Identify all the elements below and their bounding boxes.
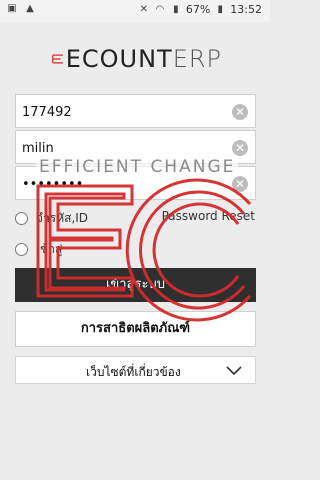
user-id-input[interactable] [22,137,227,159]
company-code-input[interactable] [22,101,227,123]
related-sites-label: เว็บไซต์ที่เกี่ยวข้อง [86,365,181,379]
wifi-icon: ◠ [155,3,165,15]
app-notification-icon: ▲ [26,3,34,14]
login-button[interactable]: เข้าสู่ระบบ [15,268,256,302]
product-demo-button[interactable]: การสาธิตผลิตภัณฑ์ [15,311,256,347]
second-radio[interactable] [15,243,28,256]
clock: 13:52 [230,3,262,16]
ecount-logo: ECOUNTERP [52,44,222,74]
chevron-down-icon[interactable] [225,361,243,379]
signal-icon: ▮ [173,3,179,15]
remember-option[interactable]: จำรหัส,ID [15,209,88,228]
image-notification-icon: ▣ [7,3,17,14]
remember-radio[interactable] [15,212,28,225]
logo-suffix: ERP [172,45,222,73]
logo-brand: ECOUNT [65,45,173,73]
efficient-change-tagline: EFFICIENT CHANGE [36,157,239,177]
second-option-label: เข้าสู่ [36,242,63,256]
battery-percent: 67% [185,3,211,16]
password-reset-link[interactable]: Password Reset [162,209,255,223]
company-code-field[interactable]: ✕ [15,94,256,128]
clear-company-code-icon[interactable]: ✕ [232,104,248,120]
mute-icon: ✕ [139,3,149,15]
clear-user-id-icon[interactable]: ✕ [232,140,248,156]
clear-password-icon[interactable]: ✕ [232,176,248,192]
remember-label: จำรหัส,ID [36,211,89,225]
status-bar: ▣ ▲ ✕ ◠ ▮ 67% ▮ 13:52 [0,0,270,22]
second-option[interactable]: เข้าสู่ [15,240,62,259]
related-sites-select[interactable]: เว็บไซต์ที่เกี่ยวข้อง [15,356,256,384]
logo-text: ECOUNTERP [66,45,222,73]
ecount-logo-mark-icon [52,54,63,64]
battery-icon: ▮ [217,3,224,15]
